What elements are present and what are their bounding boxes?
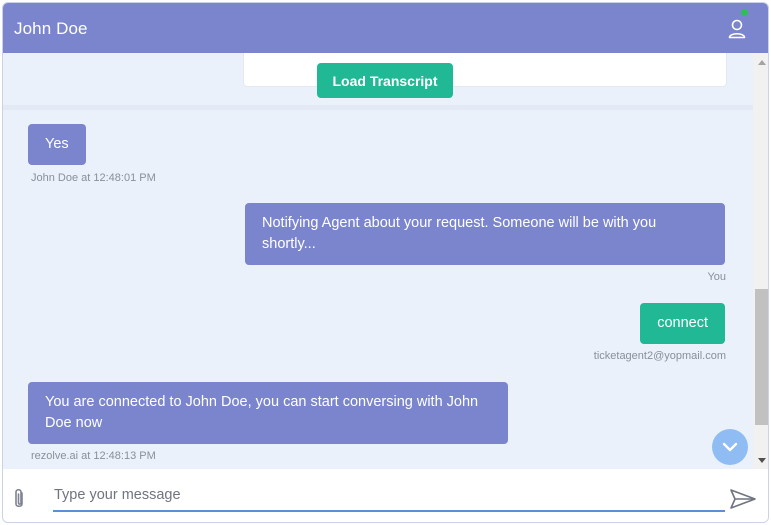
message-scrollbar[interactable] <box>753 53 768 469</box>
user-profile-button[interactable] <box>726 9 748 41</box>
message-bubble: connect <box>640 303 725 344</box>
message-meta: rezolve.ai at 12:48:13 PM <box>31 450 156 462</box>
user-icon <box>728 19 746 39</box>
attach-button[interactable] <box>11 487 27 511</box>
message-meta: John Doe at 12:48:01 PM <box>31 172 156 184</box>
message-bubble: You are connected to John Doe, you can s… <box>28 382 508 444</box>
previous-message-card <box>243 53 727 87</box>
scroll-down-arrow-icon[interactable] <box>758 458 766 463</box>
chat-window: John Doe Load Transcript Yes John Doe at… <box>2 2 769 523</box>
online-status-dot <box>741 9 748 16</box>
send-button[interactable] <box>729 487 757 511</box>
message-meta: ticketagent2@yopmail.com <box>593 350 726 362</box>
message-input[interactable] <box>53 479 725 512</box>
scrollbar-thumb[interactable] <box>755 289 768 425</box>
load-transcript-button[interactable]: Load Transcript <box>317 63 453 98</box>
message-meta: You <box>707 271 726 283</box>
chevron-down-icon <box>722 442 738 452</box>
message-bubble: Yes <box>28 124 86 165</box>
chat-title: John Doe <box>14 19 88 38</box>
message-bubble: Notifying Agent about your request. Some… <box>245 203 725 265</box>
scroll-up-arrow-icon[interactable] <box>758 60 766 65</box>
chat-header: John Doe <box>3 3 768 53</box>
paperclip-icon <box>15 488 23 508</box>
composer-bar <box>3 469 768 522</box>
history-separator <box>3 105 753 110</box>
scroll-to-bottom-button[interactable] <box>712 429 748 465</box>
send-icon <box>730 489 756 509</box>
message-list[interactable]: Load Transcript Yes John Doe at 12:48:01… <box>3 53 753 469</box>
